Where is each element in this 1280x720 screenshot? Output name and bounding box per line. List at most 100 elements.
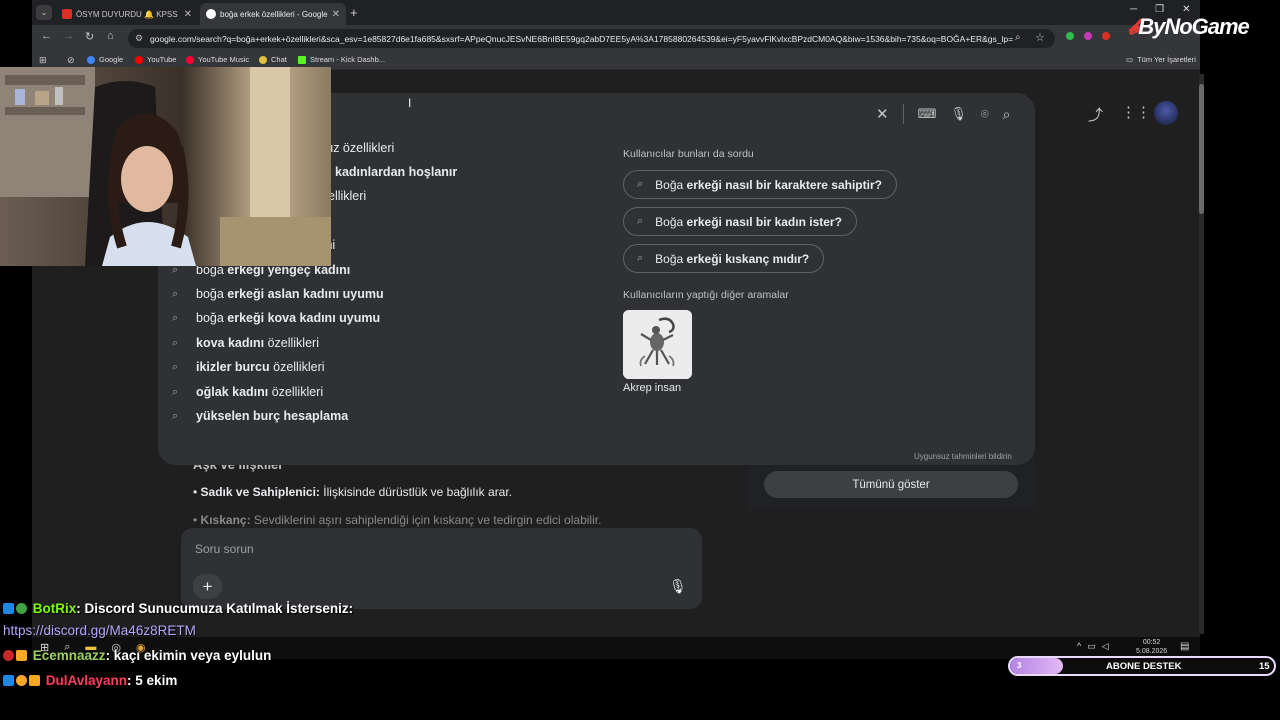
tab-osym[interactable]: ÖSYM DUYURDU 🔔 KPSS Orta ✕ [56,3,198,25]
chat-text: : 5 ekim [127,673,178,688]
address-bar[interactable]: ⚙ google.com/search?q=boğa+erkek+özellik… [128,29,1055,48]
suggestion-bold: erkeği kova kadını uyumu [227,311,381,325]
tab-favicon-icon [62,9,72,19]
crown-badge-icon [16,650,27,661]
apps-grid-icon[interactable]: ⋮⋮ [1121,103,1151,121]
home-icon[interactable]: ⌂ [107,30,114,42]
tab-search-button[interactable]: ⌄ [36,5,52,20]
avatar[interactable] [1154,101,1178,125]
suggestion-item[interactable]: suz özellikleri [320,138,394,158]
close-tab-icon[interactable]: ✕ [332,9,340,20]
bookmark-kick[interactable]: Stream - Kick Dashb... [298,55,385,64]
back-icon[interactable]: ← [41,30,52,42]
clock-date: 5.08.2026 [1136,648,1168,655]
chat-username: Ecemnaazz [32,648,106,663]
keyboard-icon[interactable]: ⌨ [918,106,937,122]
zoom-icon[interactable]: ⌕ [1015,32,1021,43]
chip-text: Boğa [655,251,687,266]
chip-text: Boğa [655,177,687,192]
kick-icon [298,55,306,64]
google-favicon-icon [206,9,216,19]
scrollbar[interactable] [1199,74,1204,634]
clear-search-icon[interactable]: ✕ [876,105,889,123]
reading-icon[interactable]: ⊘ [67,55,75,66]
bookmark-chat[interactable]: Chat [259,55,287,64]
bookmark-youtube[interactable]: YouTube [135,55,176,64]
chat-link[interactable]: https://discord.gg/Ma46z8RETM [3,623,196,638]
all-bookmarks[interactable]: ▭ Tüm Yer İşaretleri [1126,55,1196,64]
search-icon: ⌕ [637,215,644,227]
extension-icon[interactable] [1066,32,1074,40]
suggestion-item[interactable]: ⌕ boğa erkeği kova kadını uyumu [172,308,380,328]
suggestion-item[interactable]: ⌕ boğa erkeği aslan kadını uyumu [172,284,384,304]
search-icon: ⌕ [637,178,644,190]
volume-icon[interactable]: ◁ [1102,641,1109,652]
scrollbar-thumb[interactable] [1199,84,1204,214]
paa-chip[interactable]: ⌕ Boğa erkeği kıskanç mıdır? [623,244,825,273]
chip-text: Boğa [655,214,687,229]
chevron-up-icon[interactable]: ^ [1077,641,1081,652]
scorpion-figure-icon [623,310,692,379]
bookmark-label: Chat [271,55,287,64]
suggestion-item[interactable]: ellikleri [328,186,366,206]
suggestion-text: suz özellikleri [320,141,395,155]
chat-username: DulAvlayann [45,673,128,688]
ask-box[interactable] [181,528,702,609]
subscriber-goal-bar: 3 ABONE DESTEK 15 [1008,656,1276,676]
scorpion-man-image[interactable] [623,310,692,379]
forward-icon[interactable]: → [63,30,74,42]
search-icon: ⌕ [172,287,179,300]
paa-chip[interactable]: ⌕ Boğa erkeği nasıl bir kadın ister? [623,207,857,236]
share-icon[interactable]: ⤴ [1088,104,1103,125]
network-icon[interactable]: ▭ [1087,641,1096,652]
suggestion-item[interactable]: ⌕ kova kadını özellikleri [172,333,319,353]
apps-icon[interactable]: ⊞ [39,55,47,66]
clock[interactable]: 00:52 5.08.2026 [1136,638,1167,656]
bullet-text: Sevdiklerini aşırı sahiplendiği için kıs… [250,513,602,527]
report-link[interactable]: Uygunsuz tahminleri bildirin [914,452,1012,461]
chevron-down-icon: ⌄ [40,8,48,17]
suggestion-bold: kova kadını [196,336,265,350]
moderator-badge-icon [3,603,14,614]
google-icon [87,55,95,64]
paa-chip[interactable]: ⌕ Boğa erkeği nasıl bir karaktere sahipt… [623,170,897,199]
lens-icon[interactable]: ⌾ [981,106,989,122]
close-tab-icon[interactable]: ✕ [184,9,192,20]
suggestion-item[interactable]: ⌕ yükselen burç hesaplama [172,406,348,426]
bookmark-google[interactable]: Google [87,55,123,64]
chat-message-link[interactable]: https://discord.gg/Ma46z8RETM [3,623,196,638]
moderator-badge-icon [3,675,14,686]
site-info-icon[interactable]: ⚙ [135,33,143,44]
extension-icon[interactable] [1084,32,1092,40]
system-tray: ^ ▭ ◁ [1077,641,1109,652]
bookmark-youtube-music[interactable]: YouTube Music [186,55,249,64]
voice-search-icon[interactable]: 🎙 [950,106,967,122]
ask-input[interactable]: Soru sorun [195,542,254,556]
chat-message: BotRix: Discord Sunucumuza Katılmak İste… [3,601,353,616]
bookmark-label: Stream - Kick Dashb... [310,55,386,64]
chat-message: DulAvlayann: 5 ekim [3,673,177,688]
extension-icon[interactable] [1102,32,1110,40]
search-icon: ⌕ [172,385,179,398]
suggestion-item[interactable]: ⌕ ikizler burcu özellikleri [172,357,325,377]
ask-mic-icon[interactable]: 🎙 [669,578,687,595]
tab-title: ÖSYM DUYURDU 🔔 KPSS Orta [76,9,180,19]
search-icon: ⌕ [172,409,179,422]
search-icon: ⌕ [172,336,179,349]
add-button[interactable]: + [193,574,222,599]
suggestion-item[interactable]: kadınlardan hoşlanır [335,162,457,182]
tab-google-search[interactable]: boğa erkek özellikleri - Google ✕ [200,3,346,25]
new-tab-button[interactable]: + [350,5,358,20]
bookmark-star-icon[interactable]: ☆ [1035,31,1045,44]
webcam-feed [0,67,331,266]
show-all-button[interactable]: Tümünü göster [764,471,1018,498]
reload-icon[interactable]: ↻ [85,30,94,43]
webcam-image [0,67,331,266]
plus-icon: + [202,576,213,596]
suggestion-text: özellikleri [268,385,324,399]
notifications-icon[interactable]: ▤ [1180,641,1189,652]
youtube-music-icon [186,55,194,64]
search-icon[interactable]: ⌕ [1003,106,1011,123]
suggestion-item[interactable]: ⌕ oğlak kadını özellikleri [172,382,323,402]
image-label[interactable]: Akrep insan [623,382,681,394]
